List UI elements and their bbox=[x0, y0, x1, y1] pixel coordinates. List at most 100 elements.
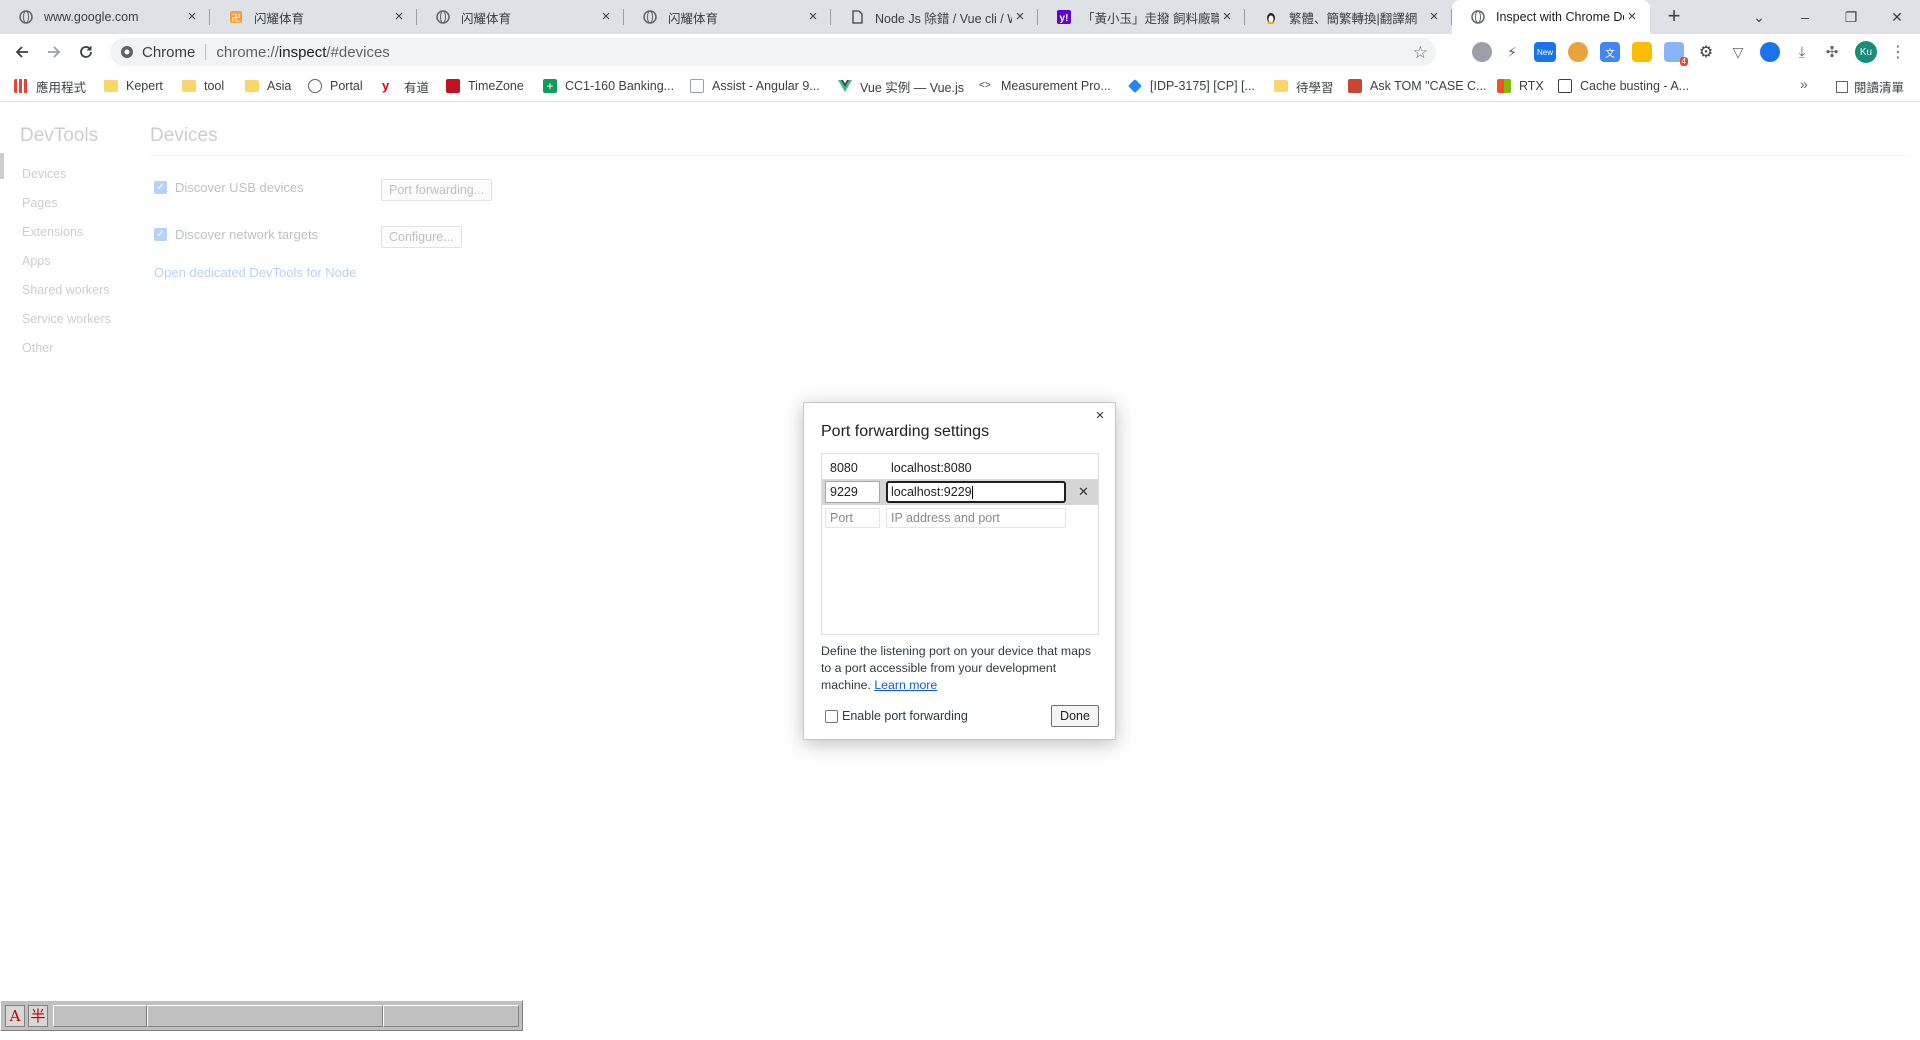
ime-halfwidth-key[interactable]: 半 bbox=[28, 1005, 48, 1027]
bookmark-cache-busting[interactable]: Cache busting - A... bbox=[1558, 77, 1689, 95]
tab-translate[interactable]: 繁體、簡繁轉換|翻譯網 × bbox=[1245, 0, 1452, 34]
learn-more-link[interactable]: Learn more bbox=[874, 678, 937, 692]
close-window-button[interactable]: ✕ bbox=[1874, 0, 1920, 34]
sidebar-title: DevTools bbox=[20, 125, 99, 146]
bookmark-label: Vue 实例 — Vue.js bbox=[860, 80, 964, 95]
address-input[interactable]: localhost:9229 bbox=[886, 481, 1066, 503]
tab-close-icon[interactable]: × bbox=[805, 9, 821, 25]
minimize-button[interactable]: – bbox=[1782, 0, 1828, 34]
ime-segment[interactable] bbox=[147, 1005, 383, 1027]
close-icon[interactable]: × bbox=[1093, 408, 1107, 423]
sidebar-item-other[interactable]: Other bbox=[22, 341, 53, 355]
discover-network-checkbox[interactable]: ✓ Discover network targets bbox=[154, 227, 318, 242]
google-translate-icon[interactable]: 文 bbox=[1600, 42, 1620, 62]
sidebar-item-extensions[interactable]: Extensions bbox=[22, 225, 83, 239]
url-scheme: chrome:// bbox=[216, 43, 279, 61]
sidebar-item-apps[interactable]: Apps bbox=[22, 254, 51, 268]
description-text: Define the listening port on your device… bbox=[821, 644, 1092, 692]
forward-button[interactable] bbox=[40, 38, 68, 66]
ime-segment[interactable] bbox=[383, 1005, 519, 1027]
document-icon bbox=[849, 9, 865, 25]
tab-close-icon[interactable]: × bbox=[184, 9, 200, 25]
bookmark-rtx[interactable]: RTX bbox=[1497, 77, 1544, 95]
bookmark-assist[interactable]: Assist - Angular 9... bbox=[690, 77, 820, 95]
tab-close-icon[interactable]: × bbox=[1426, 9, 1442, 25]
bookmarks-more-button[interactable]: » bbox=[1800, 76, 1808, 92]
sidebar-item-devices[interactable]: Devices bbox=[22, 167, 66, 181]
checkbox-box bbox=[825, 709, 838, 723]
extension-tool-icon[interactable]: ⚡ bbox=[1502, 42, 1522, 62]
bookmark-youdao[interactable]: y 有道 bbox=[382, 77, 429, 95]
node-devtools-link[interactable]: Open dedicated DevTools for Node bbox=[154, 265, 356, 280]
more-menu-icon[interactable]: ⋮ bbox=[1888, 42, 1908, 62]
delete-rule-icon[interactable]: ✕ bbox=[1078, 484, 1089, 500]
tab-close-icon[interactable]: × bbox=[1219, 9, 1235, 25]
ime-alpha-key[interactable]: A bbox=[5, 1005, 25, 1027]
extensions-puzzle-icon[interactable]: ✣ bbox=[1822, 42, 1842, 62]
done-button[interactable]: Done bbox=[1051, 705, 1099, 727]
port-forwarding-button[interactable]: Port forwarding... bbox=[381, 179, 493, 201]
folder-icon bbox=[1274, 80, 1288, 92]
cache-icon bbox=[1558, 79, 1572, 93]
rule-row-editing[interactable]: 9229 localhost:9229 ✕ bbox=[822, 479, 1098, 505]
extension-cookie-icon[interactable] bbox=[1568, 42, 1588, 62]
sidebar-item-shared-workers[interactable]: Shared workers bbox=[22, 283, 110, 297]
extension-new-icon[interactable]: New bbox=[1534, 42, 1556, 62]
tab-google[interactable]: www.google.com × bbox=[0, 0, 210, 34]
rule-row[interactable]: 8080 localhost:8080 bbox=[822, 455, 1098, 481]
new-address-input[interactable]: IP address and port bbox=[886, 508, 1066, 528]
extension-colorful-icon[interactable]: 4 bbox=[1664, 42, 1688, 66]
extension-blue-circle-icon[interactable] bbox=[1760, 42, 1780, 62]
tab-close-icon[interactable]: × bbox=[1012, 9, 1028, 25]
tab-yahoo[interactable]: y! 「黃小玉」走撥 飼料廠職 × bbox=[1038, 0, 1245, 34]
back-button[interactable] bbox=[8, 38, 36, 66]
bookmark-asktom[interactable]: Ask TOM "CASE C... bbox=[1348, 77, 1487, 95]
bookmark-star-icon[interactable]: ☆ bbox=[1413, 43, 1428, 63]
restore-button[interactable]: ❐ bbox=[1828, 0, 1874, 34]
extension-grey-icon[interactable] bbox=[1472, 42, 1492, 62]
bookmark-portal[interactable]: Portal bbox=[308, 77, 363, 95]
extension-v-icon[interactable]: ▽ bbox=[1728, 42, 1748, 62]
new-tab-button[interactable]: + bbox=[1662, 5, 1686, 29]
enable-port-forwarding-checkbox[interactable]: Enable port forwarding bbox=[825, 709, 968, 723]
rule-row-new[interactable]: Port IP address and port bbox=[822, 505, 1098, 531]
tab-shanyao-2[interactable]: 闪耀体育 × bbox=[417, 0, 624, 34]
extension-yellow-icon[interactable] bbox=[1632, 42, 1652, 62]
download-icon[interactable]: ⤓ bbox=[1792, 42, 1812, 62]
address-bar[interactable]: Chrome chrome://inspect/#devices ☆ bbox=[110, 38, 1436, 66]
tab-shanyao-3[interactable]: 闪耀体育 × bbox=[624, 0, 831, 34]
configure-button[interactable]: Configure... bbox=[381, 226, 462, 248]
tab-title: 「黃小玉」走撥 飼料廠職 bbox=[1082, 11, 1219, 26]
tab-close-icon[interactable]: × bbox=[391, 9, 407, 25]
discover-usb-checkbox[interactable]: ✓ Discover USB devices bbox=[154, 180, 304, 195]
settings-gear-icon[interactable]: ⚙ bbox=[1696, 42, 1716, 62]
ime-segment[interactable] bbox=[53, 1005, 147, 1027]
tab-title: www.google.com bbox=[44, 10, 139, 24]
bookmark-timezone[interactable]: TimeZone bbox=[446, 77, 524, 95]
bookmark-to-learn[interactable]: 待學習 bbox=[1274, 77, 1334, 95]
bookmark-idp[interactable]: [IDP-3175] [CP] [... bbox=[1128, 77, 1255, 95]
tab-close-icon[interactable]: × bbox=[1624, 9, 1640, 25]
bookmark-tool[interactable]: tool bbox=[182, 77, 224, 95]
sidebar-item-service-workers[interactable]: Service workers bbox=[22, 312, 111, 326]
port-input[interactable]: 9229 bbox=[825, 481, 880, 503]
reload-button[interactable] bbox=[72, 38, 100, 66]
folder-icon bbox=[182, 80, 196, 92]
reading-list-button[interactable]: 閱讀清單 bbox=[1836, 77, 1904, 96]
tab-close-icon[interactable]: × bbox=[598, 9, 614, 25]
new-port-input[interactable]: Port bbox=[825, 508, 880, 528]
bookmark-apps[interactable]: 應用程式 bbox=[14, 77, 86, 95]
bookmark-measurement[interactable]: <> Measurement Pro... bbox=[979, 77, 1111, 95]
tab-search-button[interactable]: ⌄ bbox=[1736, 0, 1782, 34]
profile-avatar[interactable]: Ku bbox=[1855, 41, 1877, 63]
tab-inspect[interactable]: Inspect with Chrome Dev × bbox=[1452, 0, 1650, 34]
sidebar-item-pages[interactable]: Pages bbox=[22, 196, 57, 210]
address-input-value: localhost:9229 bbox=[891, 485, 972, 499]
bookmark-vue[interactable]: Vue 实例 — Vue.js bbox=[838, 77, 964, 95]
bookmark-kepert[interactable]: Kepert bbox=[104, 77, 163, 95]
tab-shanyao-1[interactable]: 卍 闪耀体育 × bbox=[210, 0, 417, 34]
bookmark-cc1[interactable]: + CC1-160 Banking... bbox=[543, 77, 674, 95]
ime-toolbar: A 半 bbox=[0, 1000, 523, 1031]
tab-nodejs[interactable]: Node Js 除錯 / Vue cli / W × bbox=[831, 0, 1038, 34]
bookmark-asia[interactable]: Asia bbox=[245, 77, 291, 95]
